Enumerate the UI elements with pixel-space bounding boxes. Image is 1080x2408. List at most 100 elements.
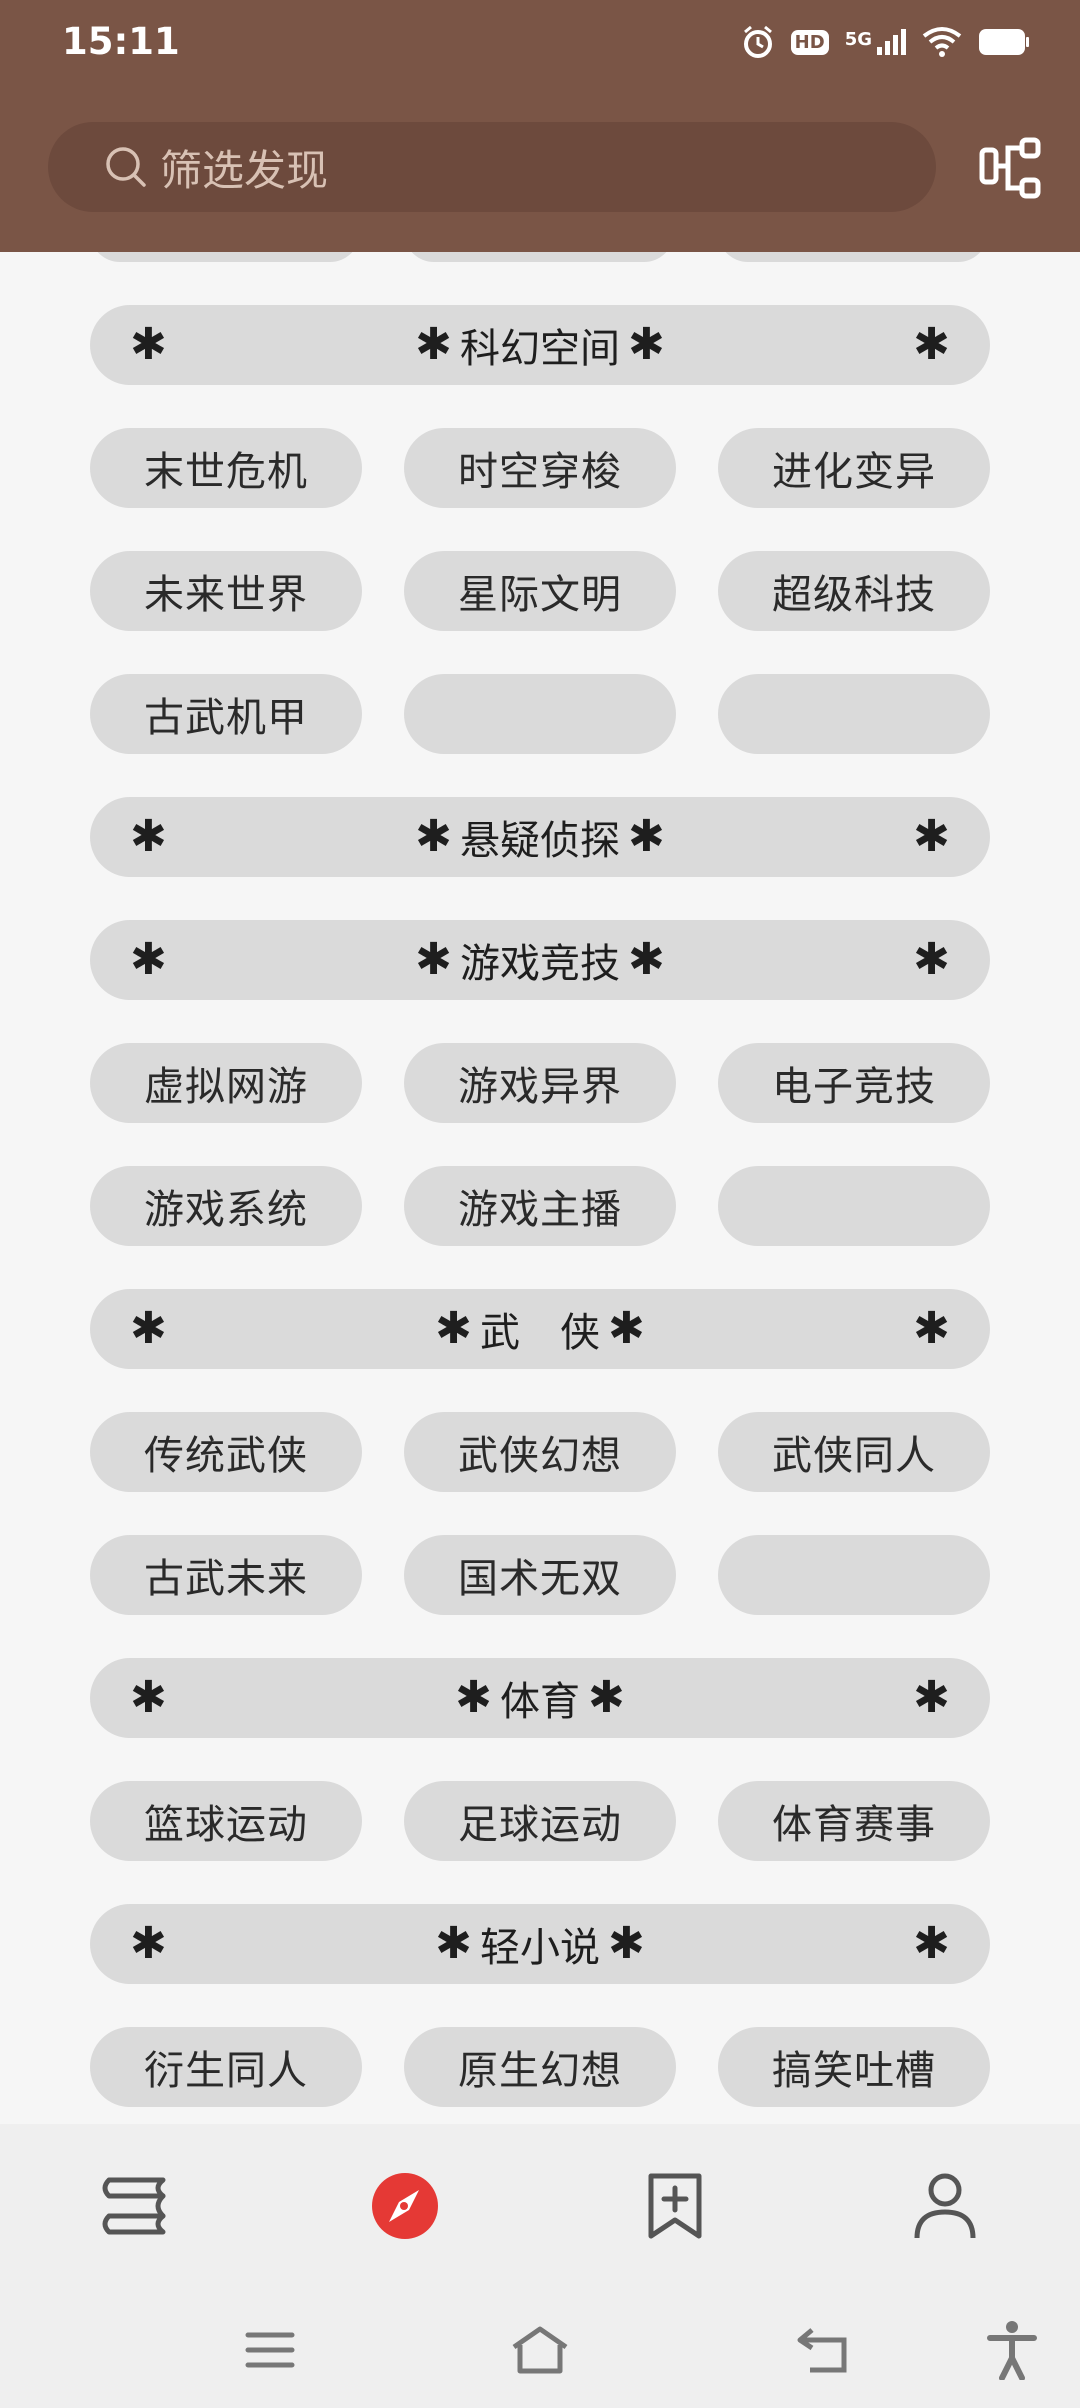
section-header[interactable]: ✱ ✱ 游戏竞技 ✱ ✱ <box>90 920 990 1000</box>
category-tag[interactable]: 未来世界 <box>90 551 362 631</box>
signal-5g: 5G <box>845 29 906 55</box>
star-mark-right: ✱ <box>913 1672 950 1723</box>
home-icon <box>512 2326 568 2374</box>
section-title-group: ✱ 武 侠 ✱ <box>435 1300 645 1358</box>
nav-bookmarks[interactable] <box>615 2146 735 2266</box>
section-title-group: ✱ 科幻空间 ✱ <box>415 316 665 374</box>
category-row: 篮球运动 足球运动 体育赛事 <box>90 1781 990 1861</box>
star-mark: ✱ <box>435 1303 472 1354</box>
category-tag[interactable]: 搞笑吐槽 <box>718 2027 990 2107</box>
section-title: 悬疑侦探 <box>460 818 620 864</box>
star-mark: ✱ <box>628 319 665 370</box>
category-tag[interactable]: 衍生同人 <box>90 2027 362 2107</box>
section-header[interactable]: ✱ ✱ 体育 ✱ ✱ <box>90 1658 990 1738</box>
search-icon <box>106 147 146 187</box>
category-tag[interactable]: 进化变异 <box>718 428 990 508</box>
star-mark: ✱ <box>415 811 452 862</box>
compass-icon <box>372 2173 438 2239</box>
category-row: 衍生同人 原生幻想 搞笑吐槽 <box>90 2027 990 2107</box>
group-layout-icon[interactable] <box>978 136 1042 200</box>
search-input[interactable]: 筛选发现 <box>48 122 936 212</box>
star-mark-right: ✱ <box>913 811 950 862</box>
section-title: 轻小说 <box>480 1925 600 1971</box>
category-tag[interactable]: 末世危机 <box>90 428 362 508</box>
star-mark: ✱ <box>588 1672 625 1723</box>
section-header[interactable]: ✱ ✱ 轻小说 ✱ ✱ <box>90 1904 990 1984</box>
star-mark: ✱ <box>628 934 665 985</box>
star-mark-left: ✱ <box>130 811 167 862</box>
category-row: 传统武侠 武侠幻想 武侠同人 <box>90 1412 990 1492</box>
star-mark-left: ✱ <box>130 1918 167 1969</box>
category-tag[interactable]: 游戏系统 <box>90 1166 362 1246</box>
section-title: 科幻空间 <box>460 326 620 372</box>
category-tag[interactable]: 超级科技 <box>718 551 990 631</box>
star-mark-left: ✱ <box>130 319 167 370</box>
nav-discover[interactable] <box>345 2146 465 2266</box>
category-tag[interactable]: 游戏异界 <box>404 1043 676 1123</box>
status-time: 15:11 <box>62 20 180 63</box>
category-row: 古武机甲 <box>90 674 990 754</box>
section-title: 体育 <box>500 1679 580 1725</box>
star-mark-left: ✱ <box>130 934 167 985</box>
menu-icon <box>245 2332 295 2368</box>
system-home-button[interactable] <box>508 2318 572 2382</box>
star-mark-right: ✱ <box>913 1303 950 1354</box>
category-row: 游戏系统 游戏主播 <box>90 1166 990 1246</box>
books-icon <box>102 2177 166 2235</box>
category-tag[interactable]: 传统武侠 <box>90 1412 362 1492</box>
person-icon <box>914 2173 976 2239</box>
section-header[interactable]: ✱ ✱ 科幻空间 ✱ ✱ <box>90 305 990 385</box>
bookmark-add-icon <box>648 2173 702 2239</box>
star-mark: ✱ <box>415 934 452 985</box>
section-title-group: ✱ 轻小说 ✱ <box>435 1915 645 1973</box>
section-header[interactable]: ✱ ✱ 悬疑侦探 ✱ ✱ <box>90 797 990 877</box>
star-mark-right: ✱ <box>913 319 950 370</box>
category-tag[interactable]: 武侠同人 <box>718 1412 990 1492</box>
app-header: 15:11 HD 5G 筛选发现 <box>0 0 1080 252</box>
category-tag-empty <box>404 674 676 754</box>
category-row: 古武未来 国术无双 <box>90 1535 990 1615</box>
star-mark: ✱ <box>608 1918 645 1969</box>
accessibility-button[interactable] <box>980 2318 1044 2382</box>
category-grid: ✱ ✱ 科幻空间 ✱ ✱ 末世危机 时空穿梭 进化变异 未来世界 星际文明 超级科技 古武机甲 ✱ ✱ 悬疑… <box>90 305 990 2107</box>
category-tag[interactable]: 篮球运动 <box>90 1781 362 1861</box>
category-row: 虚拟网游 游戏异界 电子竞技 <box>90 1043 990 1123</box>
section-title: 游戏竞技 <box>460 941 620 987</box>
section-title-group: ✱ 游戏竞技 ✱ <box>415 931 665 989</box>
category-tag[interactable]: 虚拟网游 <box>90 1043 362 1123</box>
section-title-group: ✱ 体育 ✱ <box>455 1669 625 1727</box>
star-mark: ✱ <box>608 1303 645 1354</box>
category-tag[interactable]: 国术无双 <box>404 1535 676 1615</box>
category-tag[interactable]: 电子竞技 <box>718 1043 990 1123</box>
category-tag[interactable]: 足球运动 <box>404 1781 676 1861</box>
wifi-icon <box>922 27 962 57</box>
category-tag[interactable]: 游戏主播 <box>404 1166 676 1246</box>
nav-profile[interactable] <box>885 2146 1005 2266</box>
section-header[interactable]: ✱ ✱ 武 侠 ✱ ✱ <box>90 1289 990 1369</box>
star-mark: ✱ <box>455 1672 492 1723</box>
category-tag[interactable]: 古武机甲 <box>90 674 362 754</box>
section-title: 武 侠 <box>480 1310 600 1356</box>
category-tag[interactable]: 武侠幻想 <box>404 1412 676 1492</box>
category-tag[interactable]: 原生幻想 <box>404 2027 676 2107</box>
discover-content[interactable]: ✱ ✱ 科幻空间 ✱ ✱ 末世危机 时空穿梭 进化变异 未来世界 星际文明 超级科技 古武机甲 ✱ ✱ 悬疑… <box>0 252 1080 2124</box>
category-tag[interactable]: 时空穿梭 <box>404 428 676 508</box>
category-tag[interactable]: 体育赛事 <box>718 1781 990 1861</box>
alarm-icon <box>743 25 772 58</box>
section-title-group: ✱ 悬疑侦探 ✱ <box>415 808 665 866</box>
system-menu-button[interactable] <box>238 2318 302 2382</box>
category-tag[interactable]: 星际文明 <box>404 551 676 631</box>
bottom-nav <box>0 2124 1080 2288</box>
nav-bookshelf[interactable] <box>75 2146 195 2266</box>
system-back-button[interactable] <box>792 2318 856 2382</box>
category-tag-empty <box>718 1535 990 1615</box>
category-tag-empty <box>718 674 990 754</box>
status-icons: HD 5G <box>741 24 1030 60</box>
network-type: 5G <box>844 29 872 50</box>
accessibility-icon <box>987 2321 1037 2380</box>
category-tag-empty <box>718 1166 990 1246</box>
system-nav-bar <box>0 2288 1080 2408</box>
star-mark-right: ✱ <box>913 934 950 985</box>
category-tag[interactable]: 古武未来 <box>90 1535 362 1615</box>
star-mark: ✱ <box>628 811 665 862</box>
